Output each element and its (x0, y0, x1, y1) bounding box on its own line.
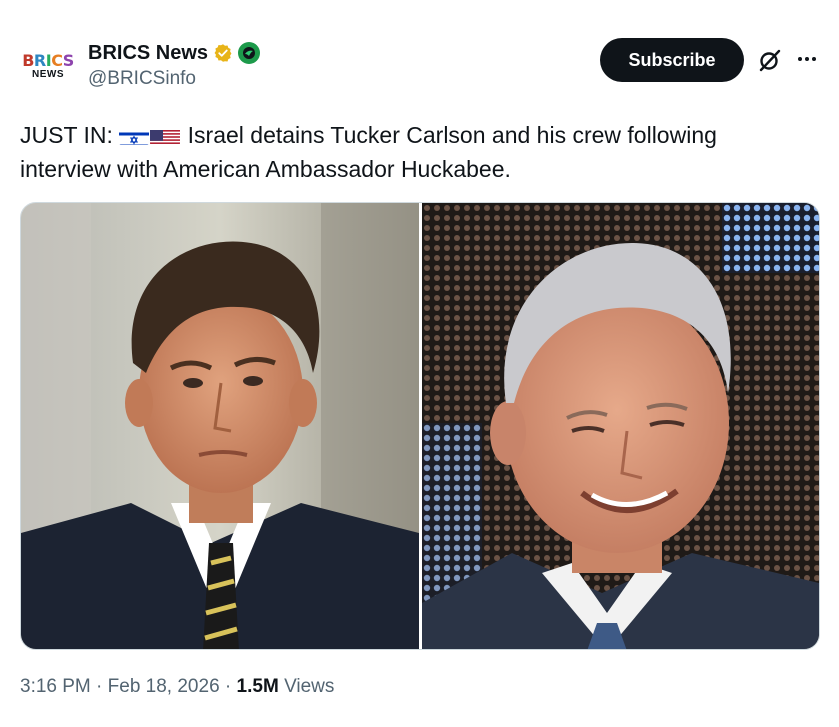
meta-separator: · (224, 676, 232, 697)
meta-separator: · (96, 676, 103, 697)
tweet-time[interactable]: 3:16 PM (20, 676, 91, 697)
tweet-media[interactable] (20, 202, 820, 650)
tweet-date[interactable]: Feb 18, 2026 (108, 676, 220, 697)
tweet-meta: 3:16 PM · Feb 18, 2026 · 1.5M Views (20, 676, 334, 698)
tweet-text: JUST IN: Israel detains Tucker Carlson a… (20, 118, 810, 186)
photo-left[interactable] (21, 203, 419, 649)
author-handle[interactable]: @BRICSinfo (88, 68, 260, 90)
author-info: BRICS News @BRICSinfo (88, 40, 261, 90)
author-display-name[interactable]: BRICS News (88, 42, 208, 65)
views-label: Views (284, 676, 335, 697)
tweet-header: BRICS NEWS BRICS News @BRICSinfo Subscri… (20, 38, 820, 94)
more-options-icon[interactable] (794, 46, 820, 72)
grok-icon[interactable] (758, 48, 782, 72)
israel-flag-icon (119, 125, 150, 145)
affiliate-badge-icon[interactable] (238, 42, 261, 64)
avatar[interactable]: BRICS NEWS (20, 38, 76, 94)
avatar-logo: BRICS (22, 50, 74, 70)
tweet-prefix: JUST IN: (20, 122, 113, 148)
photo-right[interactable] (422, 203, 819, 649)
verified-badge-icon[interactable] (213, 43, 233, 63)
views-count: 1.5M (236, 676, 279, 697)
usa-flag-icon (150, 125, 181, 145)
subscribe-button[interactable]: Subscribe (600, 38, 744, 82)
avatar-logo-subtitle: NEWS (32, 68, 64, 80)
